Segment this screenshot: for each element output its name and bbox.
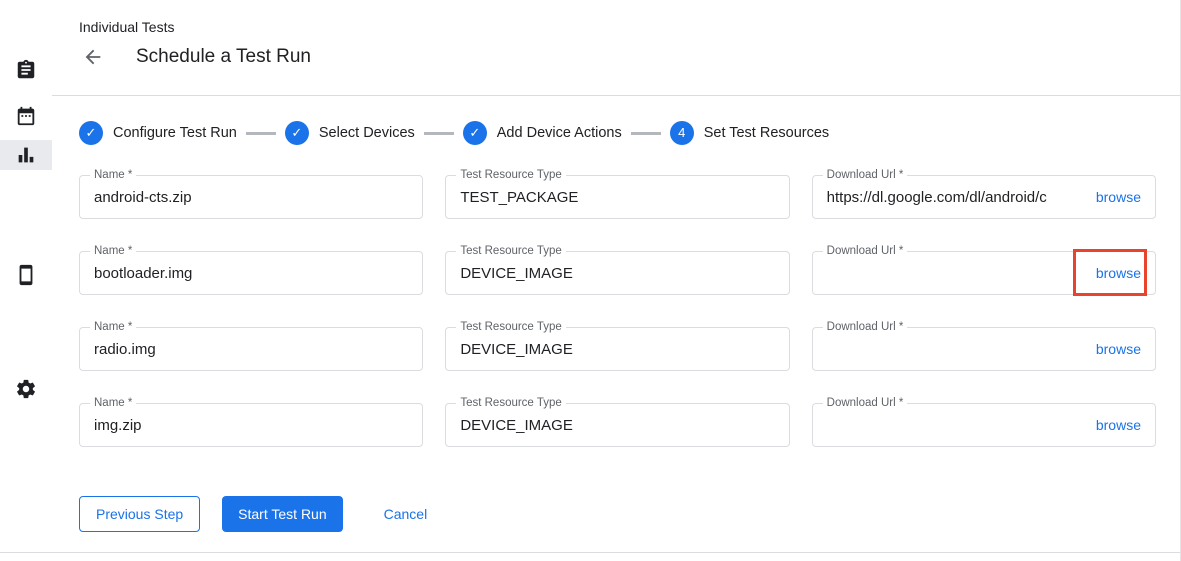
field-label: Download Url * xyxy=(823,169,908,181)
resource-type-field-1[interactable]: Test Resource Type TEST_PACKAGE xyxy=(445,175,789,219)
sidebar-item-schedules[interactable] xyxy=(0,101,52,131)
arrow-back-icon xyxy=(82,46,104,68)
step-complete-icon: ✓ xyxy=(463,121,487,145)
step-label: Configure Test Run xyxy=(113,125,237,141)
download-url-field-4[interactable]: Download Url * browse xyxy=(812,403,1156,447)
sidebar-item-test-runs[interactable] xyxy=(0,140,52,170)
step-set-test-resources[interactable]: 4 Set Test Resources xyxy=(670,121,829,145)
field-value: img.zip xyxy=(94,417,408,434)
field-label: Name * xyxy=(90,321,136,333)
field-value: DEVICE_IMAGE xyxy=(460,341,774,358)
field-label: Test Resource Type xyxy=(456,397,565,409)
main-content: Individual Tests Schedule a Test Run ✓ C… xyxy=(52,0,1180,561)
schedule-test-run-page: Individual Tests Schedule a Test Run ✓ C… xyxy=(0,0,1181,561)
calendar-icon xyxy=(15,105,37,127)
step-label: Select Devices xyxy=(319,125,415,141)
sidebar-item-devices[interactable] xyxy=(0,260,52,290)
resource-name-field-3[interactable]: Name * radio.img xyxy=(79,327,423,371)
cancel-button[interactable]: Cancel xyxy=(380,496,432,532)
field-value: bootloader.img xyxy=(94,265,408,282)
smartphone-icon xyxy=(15,264,37,286)
resource-name-field-1[interactable]: Name * android-cts.zip xyxy=(79,175,423,219)
step-number-badge: 4 xyxy=(670,121,694,145)
step-connector xyxy=(631,132,661,135)
resource-type-field-2[interactable]: Test Resource Type DEVICE_IMAGE xyxy=(445,251,789,295)
title-row: Schedule a Test Run xyxy=(79,45,1156,69)
bottom-divider xyxy=(0,552,1180,553)
step-connector xyxy=(246,132,276,135)
sidebar-item-tests[interactable] xyxy=(0,55,52,85)
field-value: DEVICE_IMAGE xyxy=(460,265,774,282)
field-value: radio.img xyxy=(94,341,408,358)
step-label: Add Device Actions xyxy=(497,125,622,141)
download-url-field-3[interactable]: Download Url * browse xyxy=(812,327,1156,371)
step-select-devices[interactable]: ✓ Select Devices xyxy=(285,121,415,145)
field-label: Name * xyxy=(90,397,136,409)
step-connector xyxy=(424,132,454,135)
field-label: Test Resource Type xyxy=(456,321,565,333)
browse-button[interactable]: browse xyxy=(1096,417,1141,433)
page-title: Schedule a Test Run xyxy=(136,46,311,68)
step-add-device-actions[interactable]: ✓ Add Device Actions xyxy=(463,121,622,145)
section-label: Individual Tests xyxy=(79,0,1156,35)
field-label: Download Url * xyxy=(823,397,908,409)
resource-name-field-4[interactable]: Name * img.zip xyxy=(79,403,423,447)
download-url-field-1[interactable]: Download Url * https://dl.google.com/dl/… xyxy=(812,175,1156,219)
resource-type-field-4[interactable]: Test Resource Type DEVICE_IMAGE xyxy=(445,403,789,447)
header-divider xyxy=(52,95,1180,96)
field-label: Test Resource Type xyxy=(456,169,565,181)
download-url-field-2[interactable]: Download Url * browse xyxy=(812,251,1156,295)
field-value: https://dl.google.com/dl/android/c xyxy=(827,189,1084,206)
field-label: Download Url * xyxy=(823,245,908,257)
test-resources-form: Name * android-cts.zip Test Resource Typ… xyxy=(79,175,1156,447)
stepper: ✓ Configure Test Run ✓ Select Devices ✓ … xyxy=(79,121,1156,145)
step-configure-test-run[interactable]: ✓ Configure Test Run xyxy=(79,121,237,145)
sidebar xyxy=(0,0,52,561)
resource-type-field-3[interactable]: Test Resource Type DEVICE_IMAGE xyxy=(445,327,789,371)
step-label: Set Test Resources xyxy=(704,125,829,141)
actions-row: Previous Step Start Test Run Cancel xyxy=(79,496,1156,532)
step-complete-icon: ✓ xyxy=(285,121,309,145)
browse-button[interactable]: browse xyxy=(1096,265,1141,281)
resource-name-field-2[interactable]: Name * bootloader.img xyxy=(79,251,423,295)
assignment-icon xyxy=(15,59,37,81)
field-value: TEST_PACKAGE xyxy=(460,189,774,206)
sidebar-item-settings[interactable] xyxy=(0,374,52,404)
back-button[interactable] xyxy=(81,45,105,69)
bar-chart-icon xyxy=(15,144,37,166)
gear-icon xyxy=(15,378,37,400)
field-label: Name * xyxy=(90,245,136,257)
browse-button[interactable]: browse xyxy=(1096,341,1141,357)
field-label: Name * xyxy=(90,169,136,181)
start-test-run-button[interactable]: Start Test Run xyxy=(222,496,342,532)
previous-step-button[interactable]: Previous Step xyxy=(79,496,200,532)
browse-button[interactable]: browse xyxy=(1096,189,1141,205)
field-label: Download Url * xyxy=(823,321,908,333)
field-value: android-cts.zip xyxy=(94,189,408,206)
field-value: DEVICE_IMAGE xyxy=(460,417,774,434)
step-complete-icon: ✓ xyxy=(79,121,103,145)
field-label: Test Resource Type xyxy=(456,245,565,257)
